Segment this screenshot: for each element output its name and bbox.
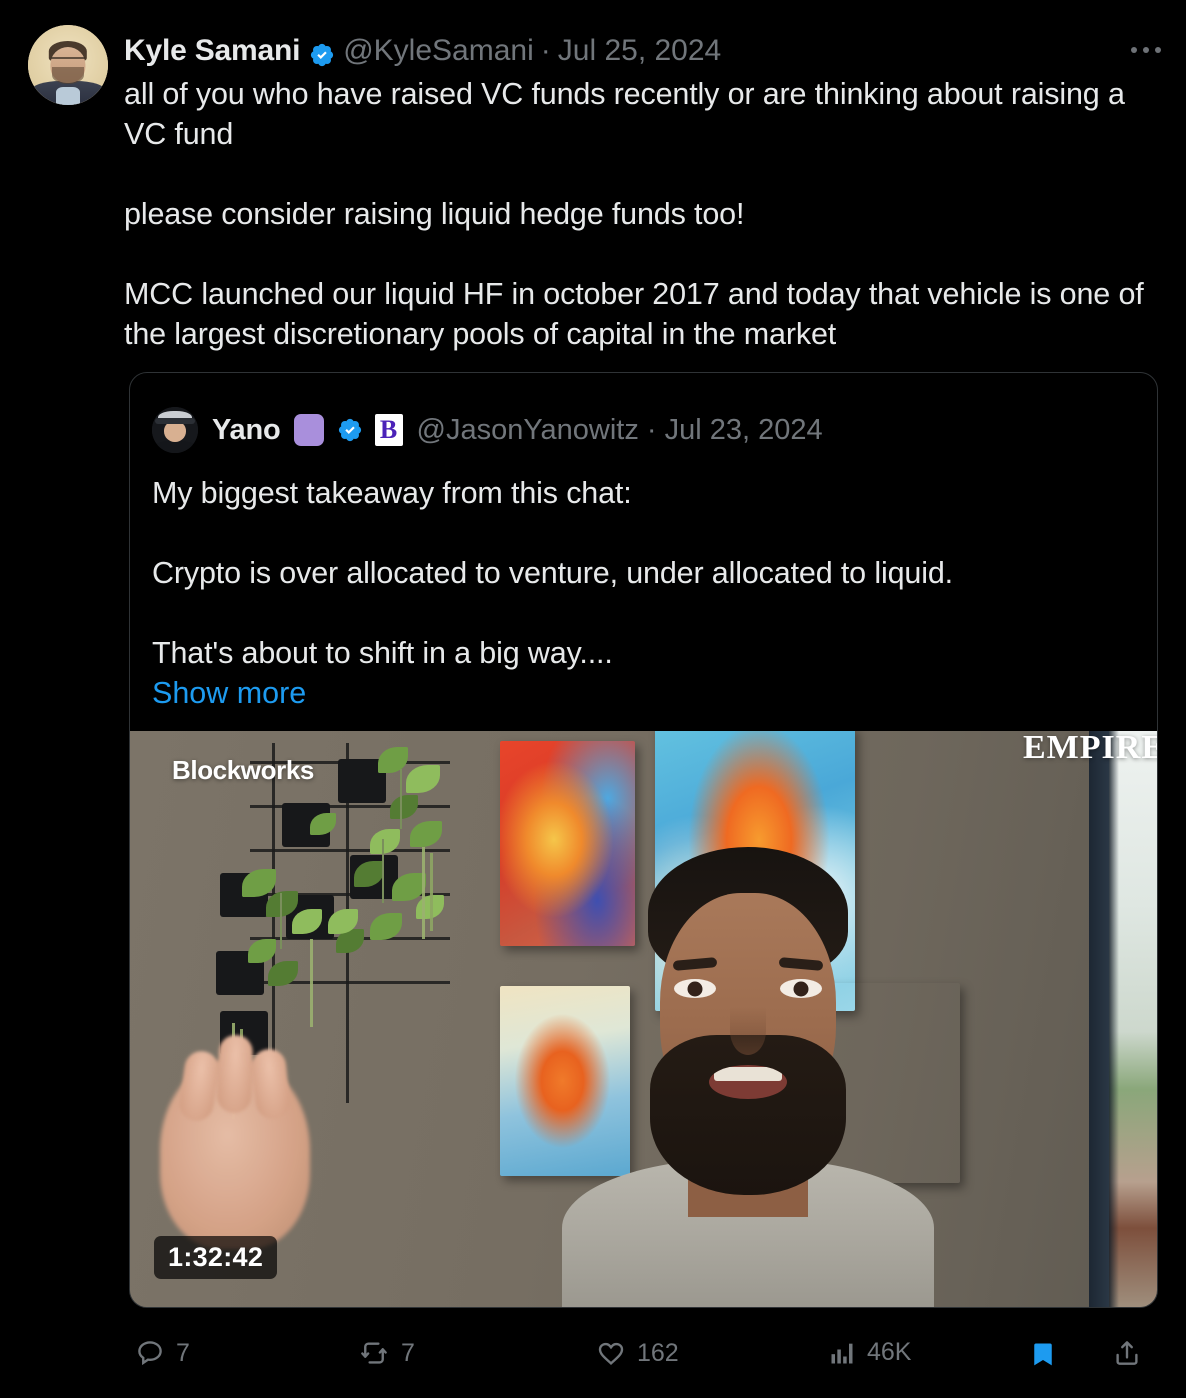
quoted-tweet-card[interactable]: Yano B @JasonYanowitz · Jul 23, 2024 My … [129, 372, 1158, 1308]
share-upload-icon [1112, 1338, 1142, 1368]
quoted-author-row: Yano B @JasonYanowitz · Jul 23, 2024 [152, 401, 1157, 459]
share-button[interactable] [1112, 1338, 1142, 1368]
tweet-container: Kyle Samani @KyleSamani · Jul 25, 2024 a… [0, 0, 1186, 1398]
quoted-handle-text: @JasonYanowitz [416, 413, 639, 446]
show-more-link[interactable]: Show more [152, 673, 306, 713]
quoted-tweet-text: My biggest takeaway from this chat: Cryp… [152, 476, 953, 670]
like-button[interactable]: 162 [596, 1338, 679, 1368]
retweet-count: 7 [401, 1338, 415, 1367]
reply-button[interactable]: 7 [135, 1338, 190, 1368]
blockworks-watermark: Blockworks [172, 755, 314, 785]
quoted-video-media[interactable]: Blockworks EMPIRE 1:32:42 [130, 731, 1158, 1307]
bookmark-filled-icon [1029, 1338, 1057, 1370]
like-count: 162 [637, 1338, 679, 1367]
tweet-text: all of you who have raised VC funds rece… [124, 77, 1144, 351]
video-speaker [562, 847, 934, 1307]
quoted-author-handle: @JasonYanowitz · Jul 23, 2024 [417, 414, 823, 447]
views-count: 46K [867, 1338, 912, 1366]
verified-badge-icon [337, 417, 363, 443]
video-duration-badge: 1:32:42 [154, 1236, 278, 1279]
quoted-author-display-name: Yano [212, 413, 281, 446]
quoted-avatar[interactable] [152, 407, 198, 453]
quoted-date: Jul 23, 2024 [664, 413, 823, 446]
window-view [1109, 731, 1157, 1307]
wall-plant-grid [216, 743, 450, 1119]
more-options-icon[interactable] [1124, 30, 1168, 70]
author-row: Kyle Samani @KyleSamani · Jul 25, 2024 [124, 30, 721, 72]
quoted-separator: · [646, 413, 657, 446]
verified-badge-icon [309, 38, 335, 67]
views-bar-chart-icon [828, 1339, 856, 1367]
blockworks-affiliate-icon[interactable]: B [374, 414, 403, 446]
author-display-name[interactable]: Kyle Samani [124, 30, 300, 72]
tweet-actions-bar: 7 7 162 46K [0, 1330, 1186, 1398]
author-handle[interactable]: @KyleSamani [343, 30, 534, 72]
avatar[interactable] [28, 25, 108, 105]
reply-icon [135, 1338, 165, 1368]
views-button[interactable]: 46K [828, 1338, 911, 1367]
empire-watermark: EMPIRE [1023, 731, 1158, 766]
retweet-button[interactable]: 7 [358, 1338, 415, 1368]
purple-square-emoji [293, 414, 324, 446]
retweet-icon [358, 1338, 390, 1368]
heart-icon [596, 1338, 626, 1368]
tweet-date[interactable]: Jul 25, 2024 [558, 30, 721, 72]
reply-count: 7 [176, 1338, 190, 1367]
header-separator: · [540, 34, 551, 67]
bookmark-button[interactable] [1029, 1338, 1057, 1370]
